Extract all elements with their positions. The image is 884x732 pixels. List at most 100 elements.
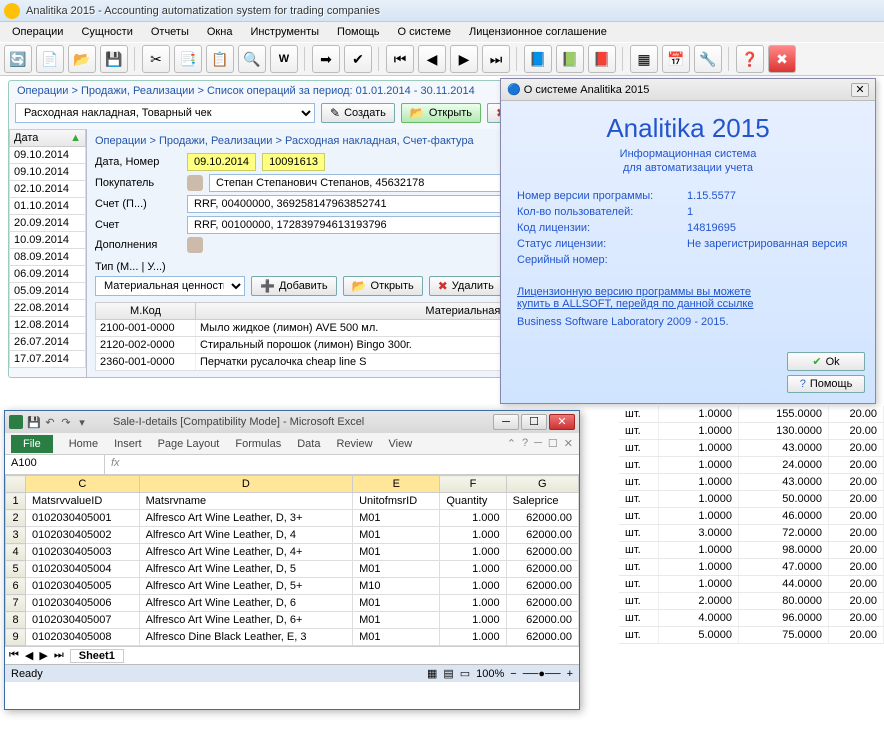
tab-page-layout[interactable]: Page Layout — [158, 438, 220, 450]
tb-search-icon[interactable]: 🔍 — [238, 45, 266, 73]
sheet-tab[interactable]: Sheet1 — [70, 649, 124, 663]
create-button[interactable]: ✎Создать — [321, 103, 395, 123]
spreadsheet[interactable]: CDEFG1MatsrvvalueIDMatsrvnameUnitofmsrID… — [5, 475, 579, 646]
zoom-slider[interactable]: ──●── — [523, 668, 561, 680]
zoom-in-button[interactable]: + — [567, 668, 573, 680]
tb-save-icon[interactable]: 💾 — [100, 45, 128, 73]
tb-grid-icon[interactable]: ▦ — [630, 45, 658, 73]
tb-nav1-icon[interactable]: ⏮ — [386, 45, 414, 73]
date-row[interactable]: 02.10.2014 — [9, 181, 86, 198]
view-break-icon[interactable]: ▭ — [460, 667, 470, 680]
about-help-button[interactable]: ?Помощь — [787, 375, 865, 393]
open-button[interactable]: 📂Открыть — [401, 103, 481, 123]
tb-nav3-icon[interactable]: ▶ — [450, 45, 478, 73]
excel-title: Sale-I-details [Compatibility Mode] - Mi… — [113, 416, 364, 428]
tb-word-icon[interactable]: W — [270, 45, 298, 73]
tb-paste-icon[interactable]: 📋 — [206, 45, 234, 73]
tb-copy-icon[interactable]: 📑 — [174, 45, 202, 73]
date-row[interactable]: 08.09.2014 — [9, 249, 86, 266]
date-row[interactable]: 22.08.2014 — [9, 300, 86, 317]
date-row[interactable]: 01.10.2014 — [9, 198, 86, 215]
view-normal-icon[interactable]: ▦ — [427, 667, 437, 680]
date-row[interactable]: 26.07.2014 — [9, 334, 86, 351]
menu-reports[interactable]: Отчеты — [143, 24, 197, 40]
tb-doc2-icon[interactable]: 📗 — [556, 45, 584, 73]
date-row[interactable]: 09.10.2014 — [9, 147, 86, 164]
tb-tool-icon[interactable]: 🔧 — [694, 45, 722, 73]
tb-check-icon[interactable]: ✔ — [344, 45, 372, 73]
lookup-icon[interactable] — [187, 175, 203, 191]
bg-row: шт.1.000046.000020.00 — [619, 508, 884, 525]
qa-save-icon[interactable]: 💾 — [27, 416, 41, 429]
qa-redo-icon[interactable]: ↷ — [59, 416, 73, 429]
sheet-nav-first-icon[interactable]: ⏮ — [9, 649, 19, 662]
tb-nav4-icon[interactable]: ⏭ — [482, 45, 510, 73]
type-select[interactable]: Материальная ценность — [95, 276, 245, 296]
menu-entities[interactable]: Сущности — [73, 24, 140, 40]
tb-cut-icon[interactable]: ✂ — [142, 45, 170, 73]
menu-tools[interactable]: Инструменты — [242, 24, 327, 40]
tab-home[interactable]: Home — [69, 438, 98, 450]
bg-row: шт.1.000044.000020.00 — [619, 576, 884, 593]
menu-about[interactable]: О системе — [390, 24, 459, 40]
date-row[interactable]: 10.09.2014 — [9, 232, 86, 249]
license-link2[interactable]: купить в ALLSOFT, перейдя по данной ссыл… — [517, 298, 859, 310]
about-ok-button[interactable]: ✔Ok — [787, 352, 865, 371]
sheet-nav-prev-icon[interactable]: ◀ — [25, 649, 33, 662]
folder-icon: 📂 — [410, 106, 425, 120]
menu-license[interactable]: Лицензионное соглашение — [461, 24, 615, 40]
tb-open-icon[interactable]: 📂 — [68, 45, 96, 73]
lbl-buyer: Покупатель — [95, 177, 181, 189]
tb-doc1-icon[interactable]: 📘 — [524, 45, 552, 73]
sheet-nav-last-icon[interactable]: ⏭ — [54, 649, 64, 662]
ribbon-expand-icon[interactable]: ⌃ — [507, 437, 516, 450]
tb-new-icon[interactable]: 📄 — [36, 45, 64, 73]
date-row[interactable]: 12.08.2014 — [9, 317, 86, 334]
date-row[interactable]: 20.09.2014 — [9, 215, 86, 232]
tb-doc3-icon[interactable]: 📕 — [588, 45, 616, 73]
ribbon-help-icon[interactable]: ? — [522, 437, 528, 450]
tab-file[interactable]: File — [11, 435, 53, 453]
excel-close-button[interactable]: ✕ — [549, 414, 575, 430]
date-row[interactable]: 17.07.2014 — [9, 351, 86, 368]
qa-down-icon[interactable]: ▾ — [75, 416, 89, 429]
num-field[interactable]: 10091613 — [262, 153, 325, 171]
tb-refresh-icon[interactable]: 🔄 — [4, 45, 32, 73]
tab-insert[interactable]: Insert — [114, 438, 142, 450]
tb-close-icon[interactable]: ✖ — [768, 45, 796, 73]
bg-row: шт.1.000098.000020.00 — [619, 542, 884, 559]
view-layout-icon[interactable]: ▤ — [443, 667, 453, 680]
excel-min-button[interactable]: ─ — [493, 414, 519, 430]
tab-view[interactable]: View — [389, 438, 413, 450]
date-row[interactable]: 06.09.2014 — [9, 266, 86, 283]
tab-review[interactable]: Review — [336, 438, 372, 450]
menu-help[interactable]: Помощь — [329, 24, 388, 40]
excel-max-button[interactable]: ☐ — [521, 414, 547, 430]
date-field[interactable]: 09.10.2014 — [187, 153, 256, 171]
tb-calendar-icon[interactable]: 📅 — [662, 45, 690, 73]
open2-button[interactable]: 📂Открыть — [343, 276, 423, 296]
app-icon — [4, 3, 20, 19]
tab-formulas[interactable]: Formulas — [235, 438, 281, 450]
add-button[interactable]: ➕Добавить — [251, 276, 337, 296]
license-link1[interactable]: Лицензионную версию программы вы можете — [517, 286, 859, 298]
date-row[interactable]: 09.10.2014 — [9, 164, 86, 181]
col-code[interactable]: М.Код — [96, 303, 196, 319]
tab-data[interactable]: Data — [297, 438, 320, 450]
qa-undo-icon[interactable]: ↶ — [43, 416, 57, 429]
filter-select[interactable]: Расходная накладная, Товарный чек — [15, 103, 315, 123]
tb-nav2-icon[interactable]: ◀ — [418, 45, 446, 73]
lookup2-icon[interactable] — [187, 237, 203, 253]
menu-windows[interactable]: Окна — [199, 24, 241, 40]
delete2-button[interactable]: ✖Удалить — [429, 276, 503, 296]
date-row[interactable]: 05.09.2014 — [9, 283, 86, 300]
sheet-nav-next-icon[interactable]: ▶ — [39, 649, 47, 662]
formula-bar[interactable] — [126, 455, 579, 474]
date-header[interactable]: Дата▲ — [9, 129, 86, 147]
name-box[interactable]: A100 — [5, 455, 105, 474]
zoom-out-button[interactable]: − — [510, 668, 516, 680]
menu-operations[interactable]: Операции — [4, 24, 71, 40]
tb-arrow-icon[interactable]: ➡ — [312, 45, 340, 73]
tb-help-icon[interactable]: ❓ — [736, 45, 764, 73]
about-close-button[interactable]: ✕ — [851, 83, 869, 97]
